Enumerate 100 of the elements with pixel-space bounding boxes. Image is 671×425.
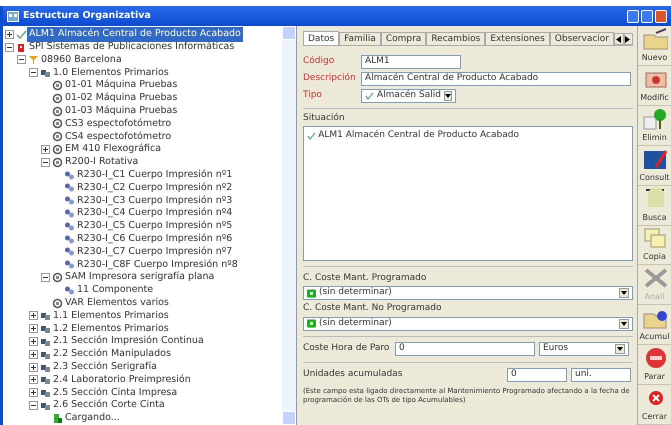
- tree-item[interactable]: 2.4 Laboratorio Preimpresión: [51, 372, 193, 388]
- tab[interactable]: Compra: [380, 32, 426, 45]
- input-field[interactable]: ALM1: [361, 54, 461, 68]
- expand-icon[interactable]: [29, 337, 38, 346]
- machine-icon: [52, 80, 63, 92]
- dropdown-arrow-icon: [615, 344, 625, 354]
- tree-item[interactable]: 11 Componente: [75, 283, 156, 298]
- expand-icon[interactable]: [29, 388, 38, 398]
- tree-item[interactable]: SPI Sistemas de Publicaciones Informáticas: [27, 40, 236, 54]
- gears-icon: [40, 310, 51, 322]
- dropdown-arrow-icon: [619, 288, 629, 298]
- tree-item[interactable]: R230-I_C1 Cuerpo Impresión nº1: [75, 168, 234, 182]
- machine-icon: [52, 131, 63, 142]
- tree-item[interactable]: 1.2 Elementos Primarios: [51, 322, 171, 336]
- input-field[interactable]: 0: [507, 368, 567, 382]
- funnel-icon: [28, 54, 39, 66]
- tree-item[interactable]: 2.6 Sección Corte Cinta: [51, 398, 167, 413]
- tree-item[interactable]: R230-I_C6 Cuerpo Impresión nº6: [75, 232, 234, 246]
- dropdown-arrow-icon: [619, 318, 629, 328]
- collapse-icon[interactable]: [17, 55, 26, 64]
- expand-icon[interactable]: [29, 362, 38, 372]
- expand-icon[interactable]: [29, 311, 38, 320]
- tree-item[interactable]: CS3 espectofotómetro: [63, 116, 174, 132]
- machine-icon: [52, 144, 63, 156]
- list-item[interactable]: ALM1 Almacén Central de Producto Acabado: [318, 128, 519, 142]
- tree-item[interactable]: R230-I_C2 Cuerpo Impresión nº2: [75, 180, 234, 196]
- component-icon: [64, 234, 75, 245]
- check-icon: [307, 130, 316, 140]
- building-icon: [16, 42, 27, 53]
- expand-icon[interactable]: [29, 375, 38, 384]
- type-dropdown[interactable]: Almacén Salid: [361, 88, 456, 102]
- currency-dropdown[interactable]: Euros: [539, 342, 629, 356]
- cost-center-dropdown[interactable]: (sin determinar): [303, 316, 633, 330]
- toolbar-button[interactable]: Copia: [638, 226, 671, 266]
- tab[interactable]: Familia: [339, 32, 381, 45]
- collapse-icon[interactable]: [29, 68, 38, 78]
- tree-item[interactable]: 1.1 Elementos Primarios: [51, 308, 171, 324]
- tab[interactable]: Datos: [303, 31, 340, 45]
- collapse-icon[interactable]: [41, 158, 50, 167]
- tree-item[interactable]: R230-I_C3 Cuerpo Impresión nº3: [75, 194, 234, 208]
- field-label: Tipo: [303, 88, 323, 102]
- expand-icon[interactable]: [29, 324, 38, 334]
- tree-item[interactable]: 1.0 Elementos Primarios: [51, 66, 171, 80]
- expand-icon[interactable]: [5, 30, 14, 39]
- minimize-button[interactable]: [626, 10, 638, 22]
- machine-icon: [52, 106, 63, 117]
- component-icon: [64, 170, 75, 181]
- section-label: Situación: [303, 112, 346, 125]
- tree-item[interactable]: 2.3 Sección Serigrafía: [51, 360, 159, 374]
- collapse-icon[interactable]: [5, 42, 14, 52]
- unit-field[interactable]: uni.: [571, 368, 631, 382]
- tree-item[interactable]: R200-I Rotativa: [63, 155, 140, 170]
- loading-icon: [52, 412, 63, 424]
- field-label: Coste Hora de Paro: [303, 342, 390, 356]
- tree-item[interactable]: EM 410 Flexográfica: [63, 142, 164, 157]
- scrollbar[interactable]: [282, 26, 296, 425]
- toolbar-button[interactable]: Busca: [638, 186, 671, 226]
- tab[interactable]: Extensiones: [485, 32, 550, 45]
- collapse-icon[interactable]: [41, 273, 50, 282]
- tab[interactable]: Recambios: [426, 32, 486, 45]
- tree-item[interactable]: SAM Impresora serigrafía plana: [63, 270, 216, 285]
- tree-item[interactable]: R230-I_C5 Cuerpo Impresión nº5: [75, 219, 234, 234]
- input-field[interactable]: 0: [395, 342, 535, 356]
- input-field[interactable]: Almacén Central de Producto Acabado: [361, 72, 631, 86]
- dropdown-arrow-icon: [444, 90, 452, 100]
- maximize-button[interactable]: [640, 10, 653, 22]
- gears-icon: [40, 323, 51, 334]
- component-icon: [64, 182, 75, 194]
- tree-item[interactable]: VAR Elementos varios: [63, 296, 171, 310]
- tree-item[interactable]: 2.2 Sección Manipulados: [51, 347, 173, 362]
- close-button[interactable]: [655, 10, 667, 22]
- tree-item[interactable]: 2.5 Sección Cinta Impresa: [51, 386, 180, 400]
- tree-item[interactable]: R230-I_C7 Cuerpo Impresión nº7: [75, 244, 234, 260]
- gears-icon: [40, 400, 51, 411]
- field-label: Código: [303, 54, 336, 68]
- tree-item[interactable]: 01-01 Máquina Pruebas: [63, 78, 180, 93]
- tree-item[interactable]: CS4 espectofotómetro: [63, 130, 174, 144]
- toolbar-button[interactable]: Parar: [638, 345, 671, 386]
- tree-item[interactable]: Cargando...: [63, 411, 122, 425]
- component-icon: [64, 195, 75, 206]
- expand-icon[interactable]: [41, 145, 50, 154]
- cost-center-dropdown[interactable]: (sin determinar): [303, 286, 633, 300]
- copy-icon: [642, 226, 668, 250]
- cost-center-icon: [307, 288, 316, 298]
- tree-item[interactable]: 08960 Barcelona: [39, 52, 124, 68]
- window-icon: [7, 10, 19, 22]
- tree-item[interactable]: 01-03 Máquina Pruebas: [63, 104, 180, 118]
- tree-item[interactable]: R230-I_C8F Cuerpo Impresión nº8: [75, 258, 240, 272]
- expand-icon[interactable]: [29, 350, 38, 359]
- folder-icon: [642, 26, 668, 51]
- tree-item[interactable]: R230-I_C4 Cuerpo Impresión nº4: [75, 206, 234, 221]
- tab[interactable]: Observacior: [550, 32, 614, 45]
- tree-item[interactable]: 2.1 Sección Impresión Continua: [51, 334, 206, 349]
- tree-icon: [642, 106, 668, 131]
- tree-item[interactable]: ALM1 Almacén Central de Producto Acabado: [27, 27, 243, 42]
- tree-item[interactable]: 01-02 Máquina Pruebas: [63, 91, 180, 106]
- field-label: Descripción: [303, 72, 357, 85]
- collapse-icon[interactable]: [29, 401, 38, 410]
- toolbar-button[interactable]: Nuevo: [638, 26, 671, 66]
- machine-icon: [52, 272, 63, 284]
